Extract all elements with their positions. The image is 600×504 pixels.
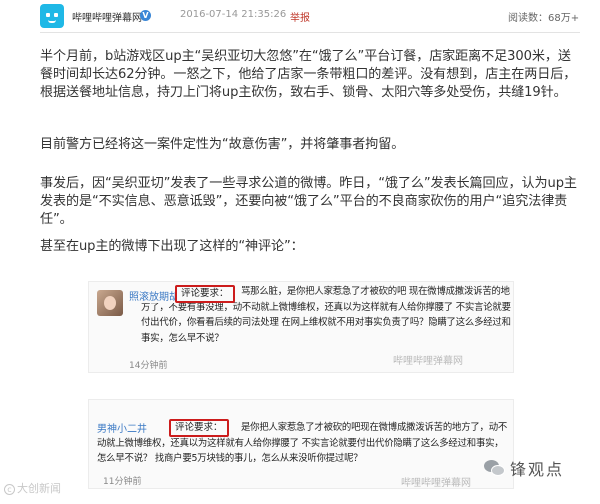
comment-time: 14分钟前 [129, 361, 168, 371]
commenter-avatar[interactable] [97, 290, 123, 316]
article-paragraph-2: 目前警方已经将这一案件定性为“故意伤害”，并将肇事者拘留。 [40, 137, 405, 152]
comment-screenshot-2: 是你把人家惹急了才被砍的吧现在微博成撒泼诉苦的地方了，动不动就上微博维权，还真以… [88, 399, 514, 489]
report-link[interactable]: 举报 [290, 9, 310, 24]
article-paragraph-3: 事发后，因“吴织亚切”发表了一些寻求公道的微博。昨日，“饿了么”发表长篇回应，认… [40, 176, 577, 227]
weibo-post-header: 哔哩哔哩弹幕网 V 2016-07-14 21:35:26 举报 阅读数：68万… [0, 0, 600, 34]
commenter-name[interactable]: 照滚放期胡 [129, 288, 179, 303]
account-name[interactable]: 哔哩哔哩弹幕网 [72, 9, 142, 24]
commenter-name[interactable]: 男神小二井 [97, 420, 147, 435]
chat-bubble-icon [484, 458, 506, 478]
article-paragraph-4: 甚至在up主的微博下出现了这样的“神评论”： [40, 239, 304, 254]
image-watermark: 哔哩哔哩弹幕网 [401, 478, 471, 489]
comment-text: 是你把人家惹急了才被砍的吧现在微博成撒泼诉苦的地方了，动不动就上微博维权，还真以… [97, 422, 508, 464]
post-timestamp: 2016-07-14 21:35:26 [180, 9, 287, 20]
bilibili-avatar-icon[interactable] [40, 4, 64, 28]
header-divider [40, 32, 580, 33]
verified-icon: V [140, 10, 151, 21]
read-count: 阅读数：68万+ [508, 13, 580, 24]
article-paragraph-1: 半个月前，b站游戏区up主“吴织亚切大忽悠”在“饿了么”平台订餐，店家距离不足3… [40, 49, 577, 100]
copyright-icon: c [4, 484, 15, 495]
brand-watermark: 锋观点 [484, 454, 564, 482]
image-watermark: 哔哩哔哩弹幕网 [393, 356, 463, 367]
comment-highlight-box: 评论要求： [169, 419, 229, 437]
comment-highlight-box: 评论要求： [175, 285, 235, 303]
comment-screenshot-1: 骂那么脏，是你把人家惹急了才被砍的吧 现在微博成撒泼诉苦的地方了，不要有事没理，… [88, 281, 514, 373]
bottom-left-watermark-text: 大创新闻 [17, 482, 61, 495]
comment-time: 11分钟前 [103, 477, 142, 487]
bottom-left-watermark: c 大创新闻 [4, 480, 61, 496]
brand-name: 锋观点 [510, 460, 565, 479]
